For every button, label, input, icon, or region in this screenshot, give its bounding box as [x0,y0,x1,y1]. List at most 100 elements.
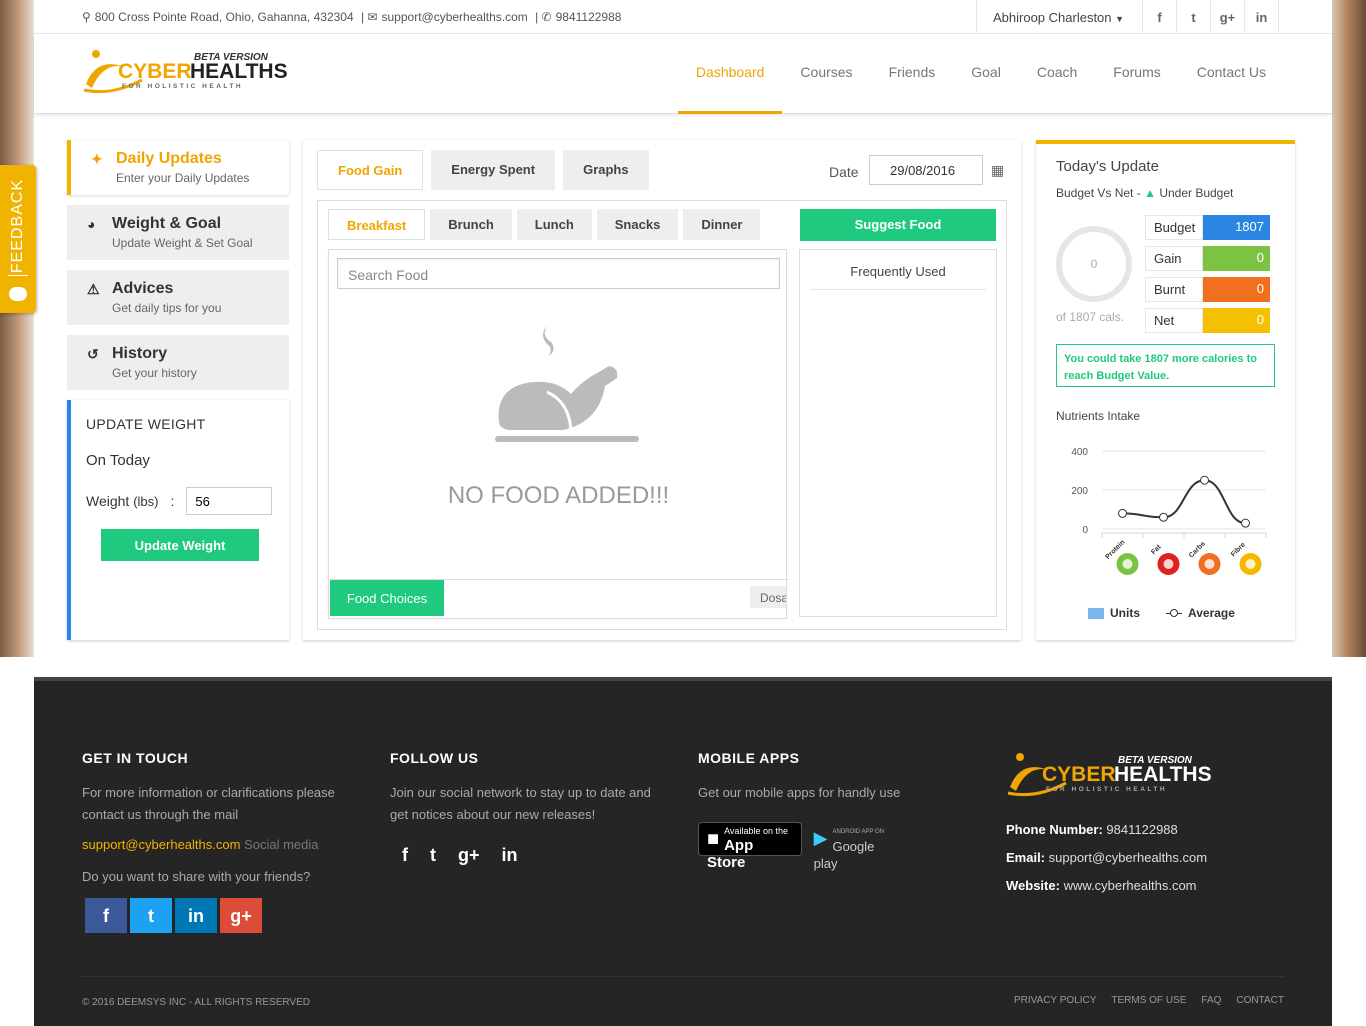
tab-graphs[interactable]: Graphs [563,150,649,190]
footer-mobile-apps: MOBILE APPS Get our mobile apps for hand… [698,747,968,871]
legend-average-marker [1166,608,1182,619]
footer-follow-text: Join our social network to stay up to da… [390,785,651,822]
chart-category-icon-inner [1204,559,1215,569]
chart-average-point [1200,475,1209,485]
nav-goal[interactable]: Goal [953,34,1019,114]
calendar-icon[interactable]: ▦ [991,162,1004,179]
sidebar-item-daily-updates[interactable]: ✦ Daily Updates Enter your Daily Updates [67,140,289,195]
frequently-used-heading: Frequently Used [810,250,986,290]
on-today-label: On Today [86,452,150,469]
footer-linkedin-icon[interactable]: in [502,844,518,866]
topbar-phone: 9841122988 [555,10,622,24]
legend-units-label: Units [1110,606,1140,620]
gain-row-value: 0 [1203,246,1270,271]
footer-contact-email[interactable]: support@cyberhealths.com [1049,850,1207,865]
footer-link-faq[interactable]: FAQ [1201,995,1221,1006]
tab-dinner[interactable]: Dinner [683,209,761,240]
top-bar: ⚲ 800 Cross Pointe Road, Ohio, Gahanna, 4… [34,0,1332,34]
sidebar-item-advices[interactable]: ⚠ Advices Get daily tips for you [67,270,289,325]
tab-breakfast[interactable]: Breakfast [328,209,426,240]
gain-row-label: Gain [1145,246,1203,271]
nav-contact-us[interactable]: Contact Us [1179,34,1284,114]
google-plus-icon[interactable]: g+ [1211,0,1245,34]
budget-vs-net: Budget Vs Net - ▲ Under Budget [1056,186,1275,200]
footer-share-text: Do you want to share with your friends? [82,869,311,884]
footer: GET IN TOUCH For more information or cla… [34,677,1332,1026]
chart-legend: Units Average [1088,606,1235,620]
topbar-email[interactable]: support@cyberhealths.com [382,10,528,24]
gain-row: Gain 0 [1145,246,1270,271]
footer-logo-tagline: FOR HOLISTIC HEALTH [1046,786,1167,793]
weight-input[interactable] [186,487,273,515]
share-linkedin-icon[interactable]: in [175,898,217,933]
food-list-area: Search Food NO FOOD ADDED!!! Food Choice… [328,249,788,619]
update-weight-button[interactable]: Update Weight [101,529,259,561]
tab-brunch[interactable]: Brunch [430,209,512,240]
roast-chicken-icon [495,326,639,442]
footer-link-contact[interactable]: CONTACT [1236,995,1284,1006]
chart-average-point [1241,518,1250,528]
chart-average-point [1118,508,1127,518]
footer-links: PRIVACY POLICY TERMS OF USE FAQ CONTACT [1014,995,1284,1006]
user-menu[interactable]: Abhiroop Charleston ▼ [976,0,1143,34]
site-logo[interactable]: BETA VERSION CYBER HEALTHS FOR HOLISTIC … [82,44,292,104]
feedback-divider [8,275,28,276]
no-food-message: NO FOOD ADDED!!! [447,482,670,509]
footer-website[interactable]: www.cyberhealths.com [1064,878,1197,893]
logo-graphic: BETA VERSION CYBER HEALTHS FOR HOLISTIC … [83,50,288,94]
tab-lunch[interactable]: Lunch [516,209,592,240]
footer-logo-name-b: HEALTHS [1114,763,1212,786]
nav-dashboard[interactable]: Dashboard [677,34,783,114]
footer-twitter-icon[interactable]: t [430,844,436,866]
date-input[interactable]: 29/08/2016 [869,155,983,185]
facebook-icon[interactable]: f [1143,0,1177,34]
footer-bottom: © 2016 DEEMSYS INC - ALL RIGHTS RESERVED… [82,976,1284,1008]
tab-snacks[interactable]: Snacks [596,209,679,240]
nav-friends[interactable]: Friends [871,34,954,114]
share-facebook-icon[interactable]: f [85,898,127,933]
chart-category-icon-inner [1245,559,1256,569]
footer-link-privacy[interactable]: PRIVACY POLICY [1014,995,1096,1006]
twitter-icon[interactable]: t [1177,0,1211,34]
envelope-icon: ✉ [367,10,378,24]
footer-link-terms[interactable]: TERMS OF USE [1111,995,1186,1006]
play-icon: ▶ [813,828,828,848]
sidebar-item-history[interactable]: ↺ History Get your history [67,335,289,390]
google-play-small: ANDROID APP ON [832,829,885,835]
budget-row-value: 1807 [1203,215,1270,240]
footer-phone: 9841122988 [1106,822,1178,837]
footer-website-label: Website: [1006,878,1060,893]
linkedin-icon[interactable]: in [1245,0,1279,34]
sidebar-item-weight-goal[interactable]: ◕ Weight & Goal Update Weight & Set Goal [67,205,289,260]
footer-email-link[interactable]: support@cyberhealths.com [82,837,240,852]
tab-energy-spent[interactable]: Energy Spent [431,150,556,190]
footer-google-plus-icon[interactable]: g+ [458,844,480,866]
weight-colon: : [170,493,175,509]
sidebar-item-title: Daily Updates [116,150,222,167]
google-play-badge[interactable]: ▶ ANDROID APP ON Google play [805,822,906,871]
weight-label: Weight [86,493,130,509]
food-choices-button[interactable]: Food Choices [330,580,444,616]
search-food-input[interactable]: Search Food [337,258,780,289]
food-panel: Food Gain Energy Spent Graphs Date 29/08… [303,140,1021,640]
tab-food-gain[interactable]: Food Gain [317,150,424,190]
footer-facebook-icon[interactable]: f [402,844,408,866]
share-google-plus-icon[interactable]: g+ [220,898,262,933]
nav-courses[interactable]: Courses [782,34,870,114]
caret-down-icon: ▼ [1115,14,1125,24]
footer-logo[interactable]: BETA VERSION CYBER HEALTHS FOR HOLISTIC … [1006,747,1216,807]
suggest-food-button[interactable]: Suggest Food [800,209,996,241]
footer-email-label: Email: [1006,850,1046,865]
logo-name-a: CYBER [118,60,192,83]
dosa-chip[interactable]: Dosa [750,586,786,608]
footer-follow-title: FOLLOW US [390,750,479,766]
nav-forums[interactable]: Forums [1095,34,1178,114]
nav-coach[interactable]: Coach [1019,34,1095,114]
logo-tagline: FOR HOLISTIC HEALTH [122,83,243,90]
todays-update-panel: Today's Update Budget Vs Net - ▲ Under B… [1036,140,1295,640]
app-store-badge[interactable]: ■ Available on the App Store [698,822,802,871]
nutrients-intake-title: Nutrients Intake [1056,409,1141,423]
share-twitter-icon[interactable]: t [130,898,172,933]
feedback-tab[interactable]: FEEDBACK [0,165,36,313]
frequently-used-panel: Frequently Used [799,249,997,617]
